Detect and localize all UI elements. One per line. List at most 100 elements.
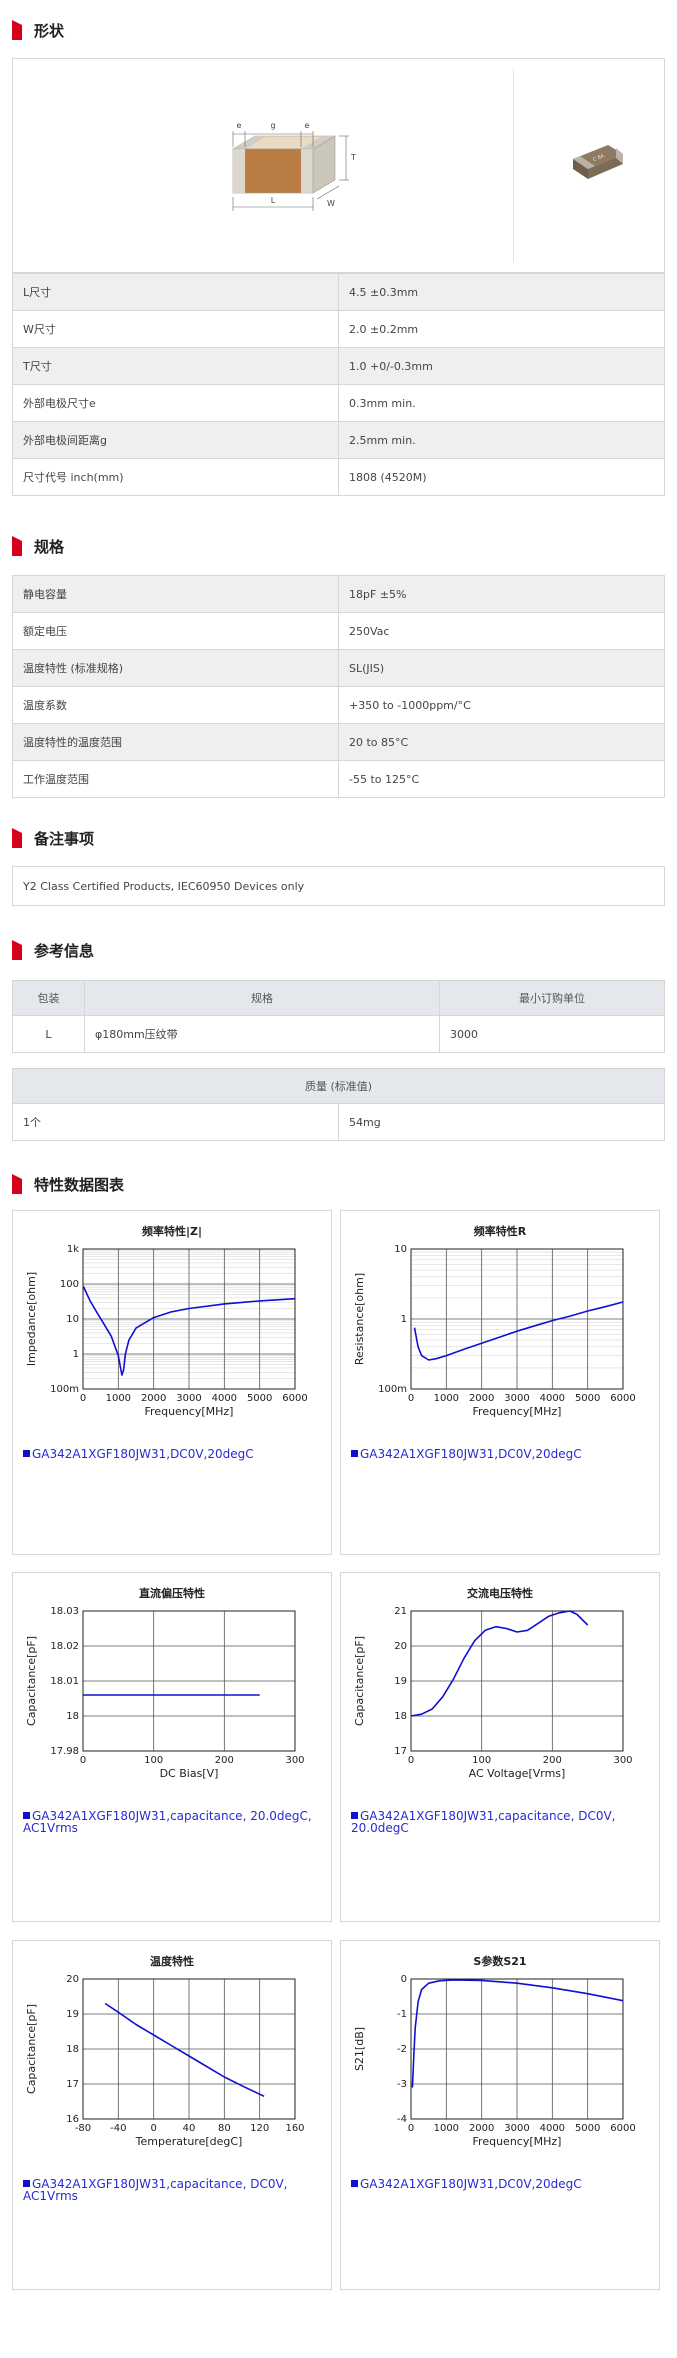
spec-value: -55 to 125°C: [338, 760, 665, 798]
dim-value: 2.0 ±0.2mm: [338, 310, 665, 348]
legend-swatch: [23, 1812, 30, 1819]
x-axis-label: Frequency[MHz]: [473, 2135, 562, 2148]
y-axis-label: Resistance[ohm]: [353, 1273, 366, 1365]
spec-key: 温度特性的温度范围: [12, 723, 339, 761]
legend-swatch: [351, 1450, 358, 1457]
y-tick-label: 1: [73, 1349, 79, 1360]
y-tick-label: 18: [66, 2044, 79, 2055]
chart-plot: 1617181920-80 -40 0 40 80 120 160Temperature[d…: [25, 1974, 305, 2148]
table-row: W尺寸 2.0 ±0.2mm: [12, 310, 665, 348]
dim-value: 4.5 ±0.3mm: [338, 273, 665, 311]
y-tick-label: 20: [66, 1974, 79, 1985]
y-axis-label: S21[dB]: [353, 2027, 366, 2071]
red-flag-icon: [12, 20, 22, 40]
x-tick-label: 120: [250, 2123, 269, 2134]
x-axis-label: Temperature[degC]: [135, 2135, 243, 2148]
x-axis-label: Frequency[MHz]: [145, 1405, 234, 1418]
chart-ac-voltage: 交流电压特性 17 18 19 20 21 0 100 200 300 AC Voltage[Vr…: [340, 1572, 660, 1922]
series-line: [104, 2002, 265, 2098]
y-tick-label: -2: [397, 2044, 407, 2055]
section-title: 规格: [34, 537, 65, 556]
y-tick-label: 20: [394, 1641, 407, 1652]
x-tick-label: 300: [613, 1755, 632, 1766]
chart-plot: 17.98 18 18.01 18.02 18.03 0 100 200 300 DC Bias[…: [25, 1606, 305, 1780]
chart-resistance: 频率特性R 100m 1 10 0 1000 2000 3000 4000 5000 6000 Fr…: [340, 1210, 660, 1555]
table-row: 工作温度范围 -55 to 125°C: [12, 760, 665, 798]
x-tick-label: 2000: [469, 1393, 494, 1404]
mass-table: 质量 (标准值) 1个 54mg: [12, 1068, 665, 1141]
legend-text: GA342A1XGF180JW31,DC0V,20degC: [360, 1447, 582, 1461]
product-page: 形状 e g e T W L C 8A L尺寸 4.5 ±0.3mm W尺寸 2…: [0, 0, 677, 2358]
y-tick-label: 18: [394, 1711, 407, 1722]
chart-impedance: 频率特性|Z| 100m 1 10 100 1k 0 1000 2000 3000 4000 500…: [12, 1210, 332, 1555]
x-tick-label: -80: [75, 2123, 91, 2134]
chart-dc-bias: 直流偏压特性 17.98 18 18.01 18.02 18.03 0 100 200 300 D…: [12, 1572, 332, 1922]
x-tick-label: 3000: [504, 2123, 529, 2134]
dim-value: 1.0 +0/-0.3mm: [338, 347, 665, 385]
legend-swatch: [351, 2180, 358, 2187]
table-row: 静电容量 18pF ±5%: [12, 575, 665, 613]
dim-label-e2: e: [305, 121, 310, 130]
table-row: 温度特性 (标准规格) SL(JIS): [12, 649, 665, 687]
y-tick-label: 10: [394, 1244, 407, 1255]
y-tick-label: 19: [394, 1676, 407, 1687]
packaging-table: 包装 规格 最小订购单位 L φ180mm压纹带 3000: [12, 980, 665, 1053]
y-tick-label: 18.02: [50, 1641, 79, 1652]
section-title: 备注事项: [34, 829, 95, 848]
col-header-packaging: 包装: [12, 980, 85, 1016]
x-tick-label: 0: [80, 1755, 86, 1766]
chart-plot: -4 -3 -2 -1 0 0 1000 2000 3000 4000 5000 6000 Freque…: [353, 1974, 636, 2148]
y-tick-label: 100m: [378, 1384, 407, 1395]
section-charts-header: 特性数据图表: [12, 1172, 124, 1196]
x-tick-label: 100: [144, 1755, 163, 1766]
chart-legend: GA342A1XGF180JW31,capacitance, DC0V, 20.…: [351, 1810, 651, 1834]
spec-key: 温度特性 (标准规格): [12, 649, 339, 687]
chart-plot: 17 18 19 20 21 0 100 200 300 AC Voltage[Vrms] Capa…: [353, 1606, 633, 1780]
series-line: [411, 1979, 624, 2088]
x-tick-label: 4000: [540, 2123, 565, 2134]
col-header-min-order: 最小订购单位: [439, 980, 665, 1016]
x-axis-label: AC Voltage[Vrms]: [469, 1767, 566, 1780]
packaging-spec: φ180mm压纹带: [84, 1015, 440, 1053]
spec-value: +350 to -1000ppm/°C: [338, 686, 665, 724]
dimension-table: L尺寸 4.5 ±0.3mm W尺寸 2.0 ±0.2mm T尺寸 1.0 +0/-0…: [12, 273, 665, 496]
chart-legend: GA342A1XGF180JW31,capacitance, 20.0degC,…: [23, 1810, 323, 1834]
red-flag-icon: [12, 1174, 22, 1194]
dim-value: 2.5mm min.: [338, 421, 665, 459]
spec-value: SL(JIS): [338, 649, 665, 687]
y-axis-label: Capacitance[pF]: [353, 1636, 366, 1726]
y-tick-label: 0: [401, 1974, 407, 1985]
y-axis-label: Capacitance[pF]: [25, 1636, 38, 1726]
spec-key: 额定电压: [12, 612, 339, 650]
x-tick-label: 5000: [575, 2123, 600, 2134]
y-tick-label: 17: [66, 2079, 79, 2090]
dim-key: 外部电极尺寸e: [12, 384, 339, 422]
y-tick-label: 1: [401, 1314, 407, 1325]
legend-swatch: [23, 1450, 30, 1457]
dim-key: 尺寸代号 inch(mm): [12, 458, 339, 496]
section-shape-header: 形状: [12, 18, 64, 42]
mass-header: 质量 (标准值): [12, 1068, 665, 1104]
x-tick-label: 80: [218, 2123, 231, 2134]
section-title: 形状: [34, 21, 65, 40]
chip-dimension-diagram: e g e T W L C 8A: [231, 121, 623, 211]
chart-s21: S参数S21 -4 -3 -2 -1 0 0 1000 2000 3000 4000 5000 600…: [340, 1940, 660, 2290]
table-row: 外部电极间距离g 2.5mm min.: [12, 421, 665, 459]
y-tick-label: -4: [397, 2114, 407, 2125]
dim-key: 外部电极间距离g: [12, 421, 339, 459]
x-tick-label: 2000: [141, 1393, 166, 1404]
x-tick-label: 40: [183, 2123, 196, 2134]
table-row: 温度特性的温度范围 20 to 85°C: [12, 723, 665, 761]
spec-value: 250Vac: [338, 612, 665, 650]
table-row: L φ180mm压纹带 3000: [12, 1015, 665, 1053]
spec-table: 静电容量 18pF ±5% 额定电压 250Vac 温度特性 (标准规格) SL(JI…: [12, 575, 665, 798]
x-tick-label: 1000: [434, 1393, 459, 1404]
dim-value: 1808 (4520M): [338, 458, 665, 496]
x-tick-label: 2000: [469, 2123, 494, 2134]
y-axis-label: Impedance[ohm]: [25, 1272, 38, 1366]
x-tick-label: 0: [408, 2123, 414, 2134]
y-tick-label: 18.01: [50, 1676, 79, 1687]
table-row: 温度系数 +350 to -1000ppm/°C: [12, 686, 665, 724]
y-tick-label: 17.98: [50, 1746, 79, 1757]
table-row: L尺寸 4.5 ±0.3mm: [12, 273, 665, 311]
